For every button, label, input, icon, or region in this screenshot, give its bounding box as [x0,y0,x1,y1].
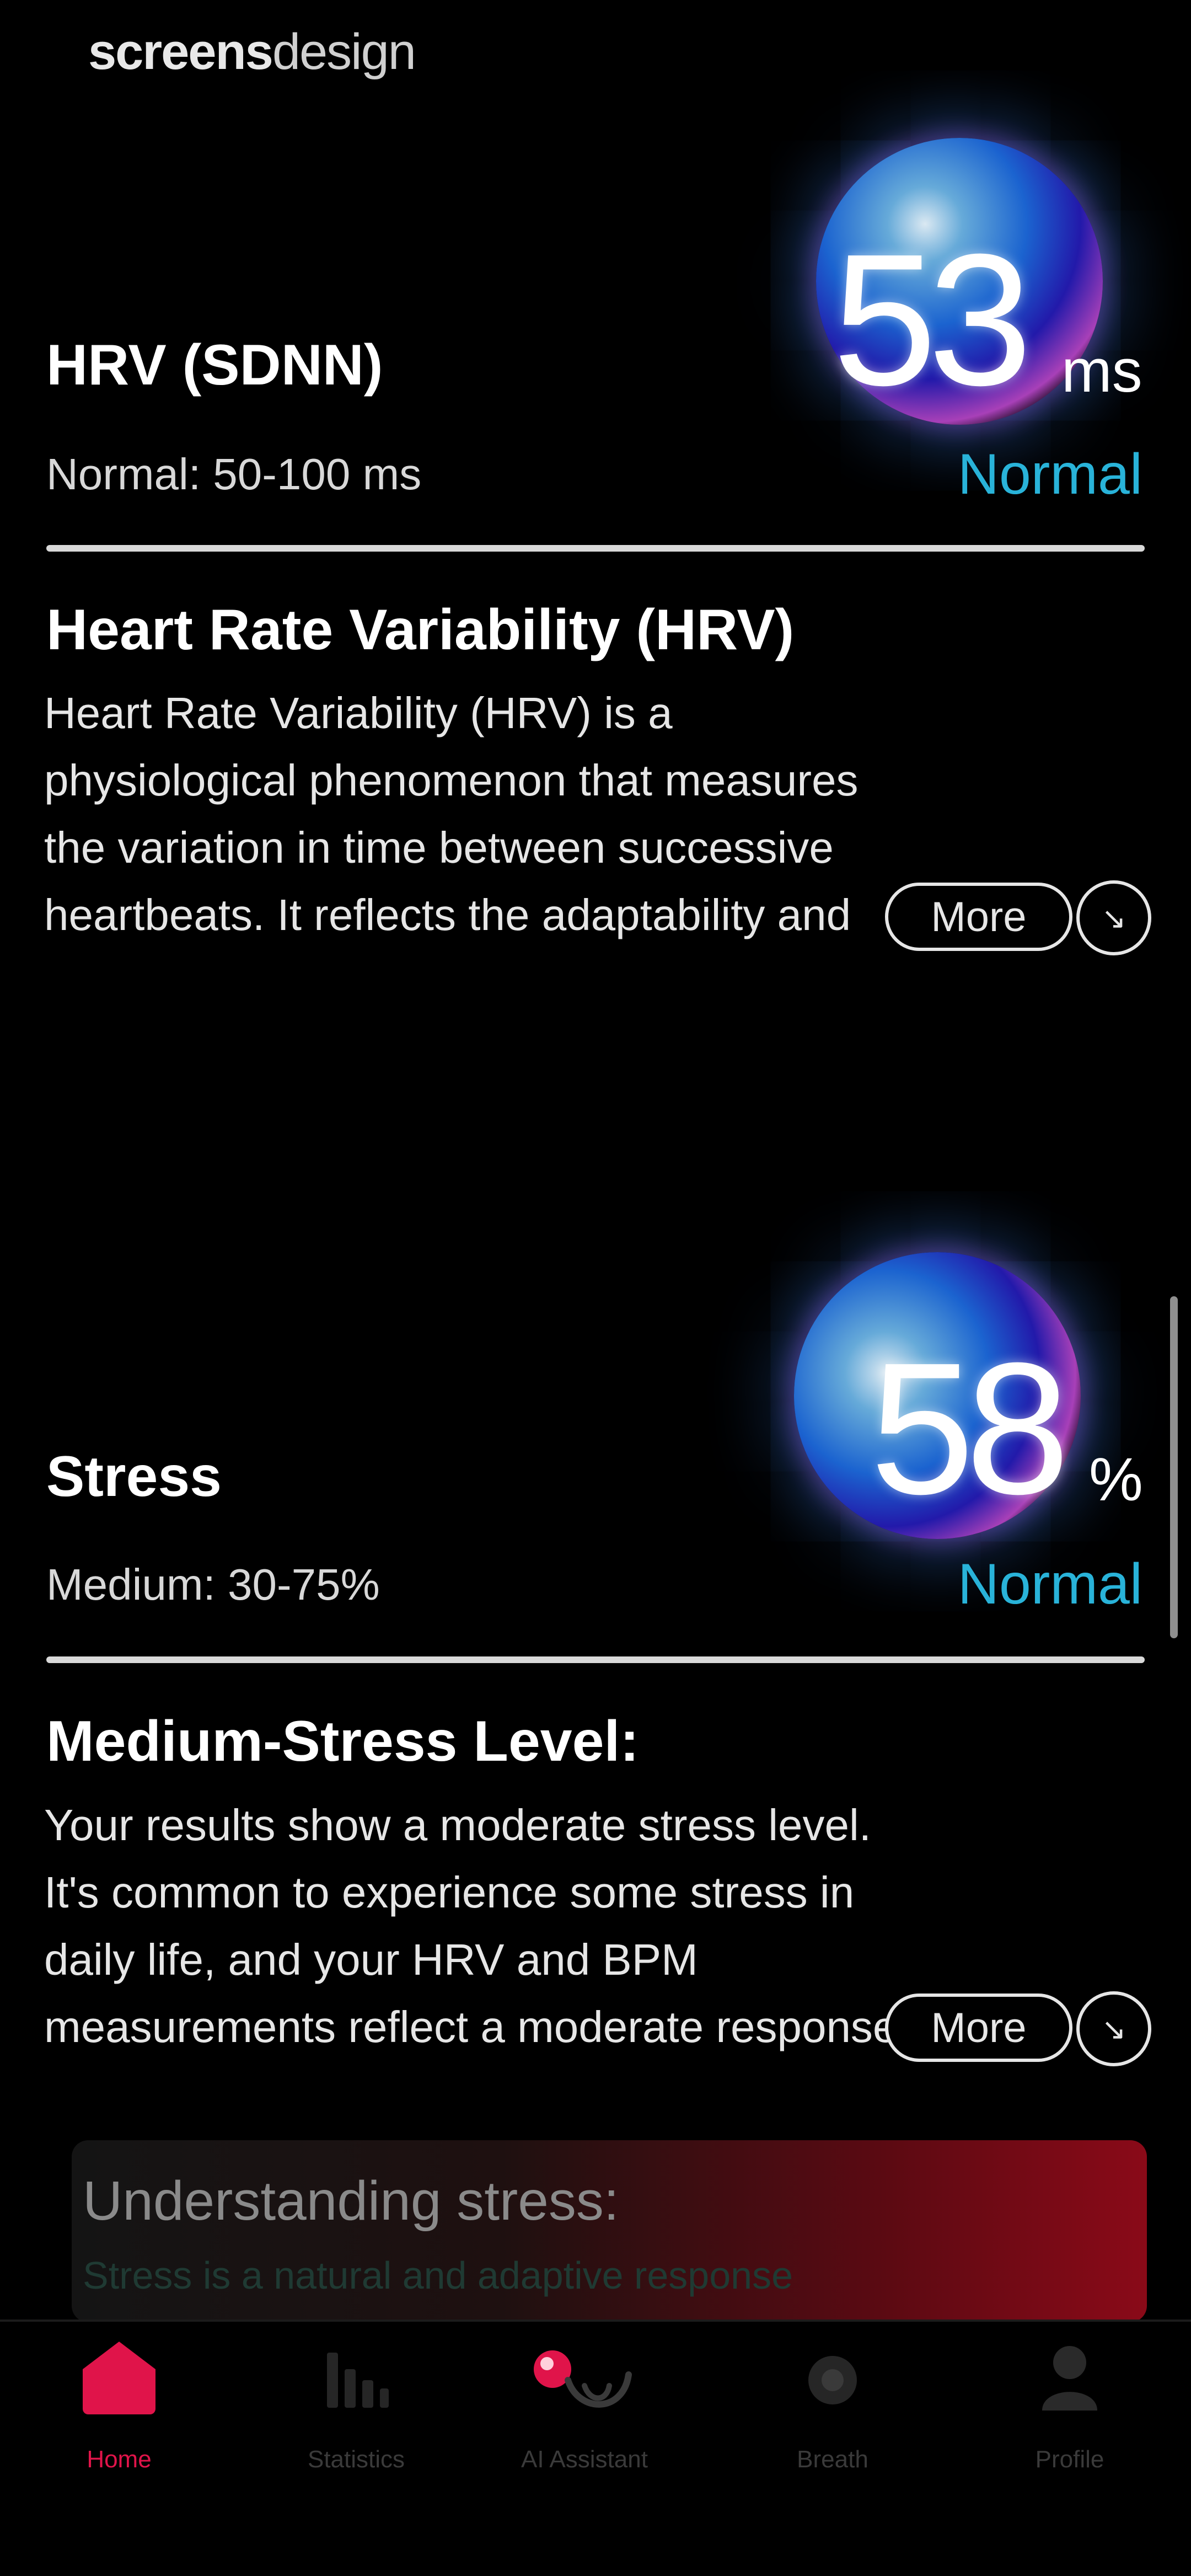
tab-breath-label: Breath [797,2446,868,2473]
watermark-light: design [272,24,416,80]
ai-assistant-icon [524,2342,645,2422]
tab-home[interactable]: Home [9,2320,229,2485]
home-icon [83,2342,155,2414]
understanding-stress-text: Stress is a natural and adaptive respons… [83,2254,793,2297]
profile-icon [1037,2342,1103,2416]
arrow-down-right-icon: ↘ [1101,2012,1126,2046]
stress-more-button[interactable]: More [885,1994,1072,2062]
breath-icon [800,2342,866,2411]
understanding-stress-card[interactable]: Understanding stress: Stress is a natura… [72,2140,1147,2322]
hrv-divider [46,545,1145,552]
hrv-status: Normal [957,442,1142,506]
watermark-bold: screens [88,24,273,80]
tab-statistics[interactable]: Statistics [246,2320,466,2485]
stress-status: Normal [957,1552,1142,1616]
tab-statistics-label: Statistics [307,2446,405,2473]
tab-profile-label: Profile [1035,2446,1104,2473]
hrv-unit: ms [1061,337,1142,405]
tab-profile[interactable]: Profile [959,2320,1180,2485]
stress-normal-range: Medium: 30-75% [46,1560,380,1609]
hrv-more-button[interactable]: More [885,883,1072,951]
hrv-normal-range: Normal: 50-100 ms [46,450,422,499]
bottom-tab-bar: Home Statistics AI Assistant Breath Prof… [0,2320,1191,2576]
stress-expand-button[interactable]: ↘ [1076,1991,1151,2066]
stress-divider [46,1656,1145,1663]
scrollbar[interactable] [1170,1296,1178,1638]
hrv-section-body: Heart Rate Variability (HRV) is a physio… [44,688,859,939]
watermark-logo: screensdesign [88,24,416,80]
stress-metric-name: Stress [46,1445,222,1509]
hrv-metric-name: HRV (SDNN) [46,333,383,397]
tab-breath[interactable]: Breath [722,2320,943,2485]
tab-home-label: Home [87,2446,152,2473]
tab-ai-assistant-label: AI Assistant [521,2446,648,2473]
understanding-stress-title: Understanding stress: [83,2170,619,2232]
stress-section-body: Your results show a moderate stress leve… [44,1800,910,2051]
tab-ai-assistant[interactable]: AI Assistant [474,2320,695,2485]
stress-section-title: Medium-Stress Level: [46,1709,639,1773]
hrv-section-title: Heart Rate Variability (HRV) [46,598,795,662]
arrow-down-right-icon: ↘ [1101,901,1126,935]
hrv-value: 53 [833,215,1032,425]
stress-value: 58 [870,1324,1070,1533]
stress-unit: % [1089,1446,1143,1514]
hrv-expand-button[interactable]: ↘ [1076,880,1151,955]
bar-chart-icon [320,2342,392,2416]
